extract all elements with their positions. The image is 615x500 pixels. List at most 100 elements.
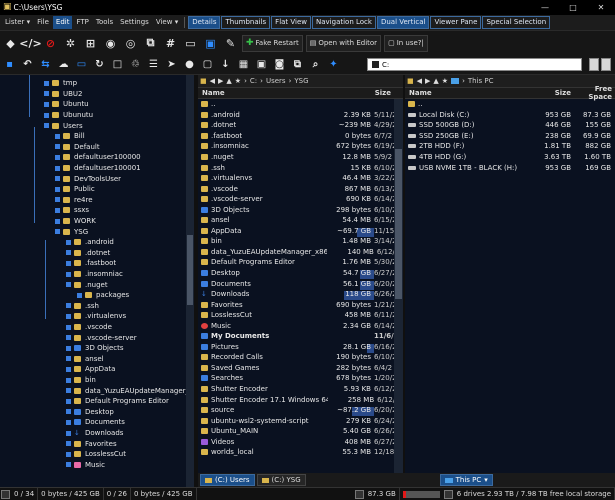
tree-item[interactable]: Users (44, 120, 83, 131)
drive-row[interactable]: SSD 500GB (D:) 446 GB 155 GB (405, 120, 615, 131)
menu-lister[interactable]: Lister ▾ (2, 16, 33, 29)
tree-expander[interactable] (66, 409, 71, 415)
menu-ftp[interactable]: FTP (73, 16, 91, 29)
nav-up-icon[interactable]: ▲ (226, 77, 231, 85)
nav-back-icon[interactable]: ◀ (210, 77, 215, 85)
tree-item[interactable]: 3D Objects (66, 343, 124, 354)
file-row[interactable]: Shutter Encoder 17.1 Windows 64bits 258 M… (198, 394, 403, 405)
file-row[interactable]: Music 2.34 GB 6/14/2 (198, 320, 403, 331)
file-row[interactable]: ↓ Downloads 118 GB 6/26/2 (198, 289, 403, 301)
left-scrollbar[interactable] (394, 99, 403, 473)
tree-expander[interactable] (44, 123, 49, 129)
save-icon[interactable]: ▪ (2, 57, 17, 72)
tree-item[interactable]: .android (66, 237, 114, 248)
tree-item[interactable]: defaultuser100001 (55, 163, 141, 174)
file-row[interactable]: .ssh 15 KB 6/10/2 (198, 162, 403, 173)
path-input[interactable]: C: (367, 58, 582, 71)
tree-item[interactable]: .vscode (66, 322, 112, 333)
photo-icon[interactable]: ▣ (254, 57, 269, 72)
tree-item[interactable]: LosslessCut (66, 449, 126, 460)
tree-item[interactable]: .ssh (66, 301, 99, 312)
file-row[interactable]: Recorded Calls 190 bytes 6/10/2 (198, 352, 403, 363)
file-row[interactable]: Desktop 54.7 GB 6/27/2 (198, 268, 403, 280)
tree-expander[interactable] (66, 398, 71, 404)
tree-expander[interactable] (66, 282, 71, 288)
menu-tools[interactable]: Tools (93, 16, 116, 29)
tree-item[interactable]: Favorites (66, 438, 117, 449)
tree-item[interactable]: Bill (55, 131, 85, 142)
window-icon[interactable]: ▢ (200, 57, 215, 72)
tree-expander[interactable] (66, 356, 71, 362)
tree-expander[interactable] (55, 186, 60, 192)
tree-item[interactable]: data_YuzuEAUpdateManager_x86_64 (66, 385, 194, 396)
tree-item[interactable]: YSG (55, 226, 88, 237)
file-row[interactable]: .dotnet ~239 MB 4/29/2 (198, 120, 403, 131)
drive-row[interactable]: Local Disk (C:) 953 GB 87.3 GB (405, 110, 615, 121)
file-row[interactable]: Favorites 690 bytes 1/21/2 (198, 299, 403, 310)
drive-button[interactable] (443, 489, 453, 499)
tree-item[interactable]: .nuget (66, 279, 108, 290)
tree-item[interactable]: Ubuntu (44, 99, 89, 110)
tree-expander[interactable] (55, 133, 60, 139)
status-toggle-button[interactable] (1, 489, 10, 499)
column-free-space[interactable]: Free Space (574, 85, 615, 101)
drive-row[interactable]: USB NVME 1TB - BLACK (H:) 953 GB 169 GB (405, 162, 615, 173)
tree-expander[interactable] (44, 91, 49, 97)
maximize-button[interactable]: □ (559, 0, 587, 15)
tree-expander[interactable] (66, 451, 71, 457)
tab-navigation-lock[interactable]: Navigation Lock (312, 16, 376, 29)
menu-settings[interactable]: Settings (117, 16, 152, 29)
tree-item[interactable]: re4re (55, 195, 93, 206)
tab-dual-vertical[interactable]: Dual Vertical (376, 16, 430, 29)
left-scroll-thumb[interactable] (395, 149, 402, 299)
tree-item[interactable]: .dotnet (66, 248, 110, 259)
ubuntu-icon[interactable]: ✲ (62, 35, 79, 52)
nav-forward-icon[interactable]: ▶ (425, 77, 430, 85)
tree-expander[interactable] (66, 430, 71, 436)
file-row[interactable]: .virtualenvs 46.4 MB 3/22/2 (198, 173, 403, 184)
steam-icon[interactable]: ◉ (102, 35, 119, 52)
favorite-icon[interactable]: ★ (442, 77, 448, 85)
tab-viewer-pane[interactable]: Viewer Pane (430, 16, 482, 29)
tree-expander[interactable] (66, 260, 71, 266)
edit-icon[interactable]: ✎ (222, 35, 239, 52)
file-row[interactable]: ansel 54.4 MB 6/15/2 (198, 215, 403, 226)
tree-expander[interactable] (55, 165, 60, 171)
copy-icon[interactable]: ⧉ (290, 57, 305, 72)
tree-scroll-thumb[interactable] (187, 235, 193, 305)
cloud-icon[interactable]: ☁ (56, 57, 71, 72)
git-icon[interactable]: ◆ (2, 35, 19, 52)
tab-details[interactable]: Details (188, 16, 221, 29)
fake-restart-button[interactable]: ✚ Fake Restart (242, 34, 303, 52)
tree-scrollbar[interactable] (186, 75, 194, 487)
in-use-button[interactable]: ▢ In use?| (384, 34, 428, 52)
file-row[interactable]: AppData ~69.7 GB 11/15/2 (198, 226, 403, 237)
tree-expander[interactable] (66, 303, 71, 309)
menu-edit[interactable]: Edit (52, 16, 73, 29)
tab-c-ysg[interactable]: (C:) YSG (256, 474, 306, 486)
tree-item[interactable]: bin (66, 375, 96, 386)
tree-item[interactable]: Documents (66, 417, 125, 428)
tree-expander[interactable] (66, 271, 71, 277)
tree-expander[interactable] (66, 345, 71, 351)
file-row[interactable]: Saved Games 282 bytes 6/4/2 (198, 363, 403, 374)
file-row[interactable]: Pictures 28.1 GB 6/16/2 (198, 342, 403, 353)
tree-expander[interactable] (55, 144, 60, 150)
download-icon[interactable]: ↓ (218, 57, 233, 72)
drive-row[interactable]: SSD 250GB (E:) 238 GB 69.9 GB (405, 131, 615, 142)
tree-expander[interactable] (55, 229, 60, 235)
back-icon[interactable]: ↶ (20, 57, 35, 72)
drive-row[interactable]: 2TB HDD (F:) 1.81 TB 882 GB (405, 141, 615, 152)
recycle-icon[interactable]: ♲ (128, 57, 143, 72)
tree-expander[interactable] (55, 207, 60, 213)
tree-item[interactable]: .insomniac (66, 269, 123, 280)
link-icon[interactable]: ⇆ (38, 57, 53, 72)
tab-c-users[interactable]: (C:) Users (200, 474, 255, 486)
tree-expander[interactable] (44, 112, 49, 118)
file-row[interactable]: Videos 408 MB 6/27/2 (198, 437, 403, 448)
file-row[interactable]: .nuget 12.8 MB 5/9/2 (198, 152, 403, 163)
tree-item[interactable]: AppData (66, 364, 115, 375)
tree-expander[interactable] (66, 324, 71, 330)
nav-back-icon[interactable]: ◀ (417, 77, 422, 85)
file-row[interactable]: worlds_local 55.3 MB 12/18/2 (198, 447, 403, 458)
